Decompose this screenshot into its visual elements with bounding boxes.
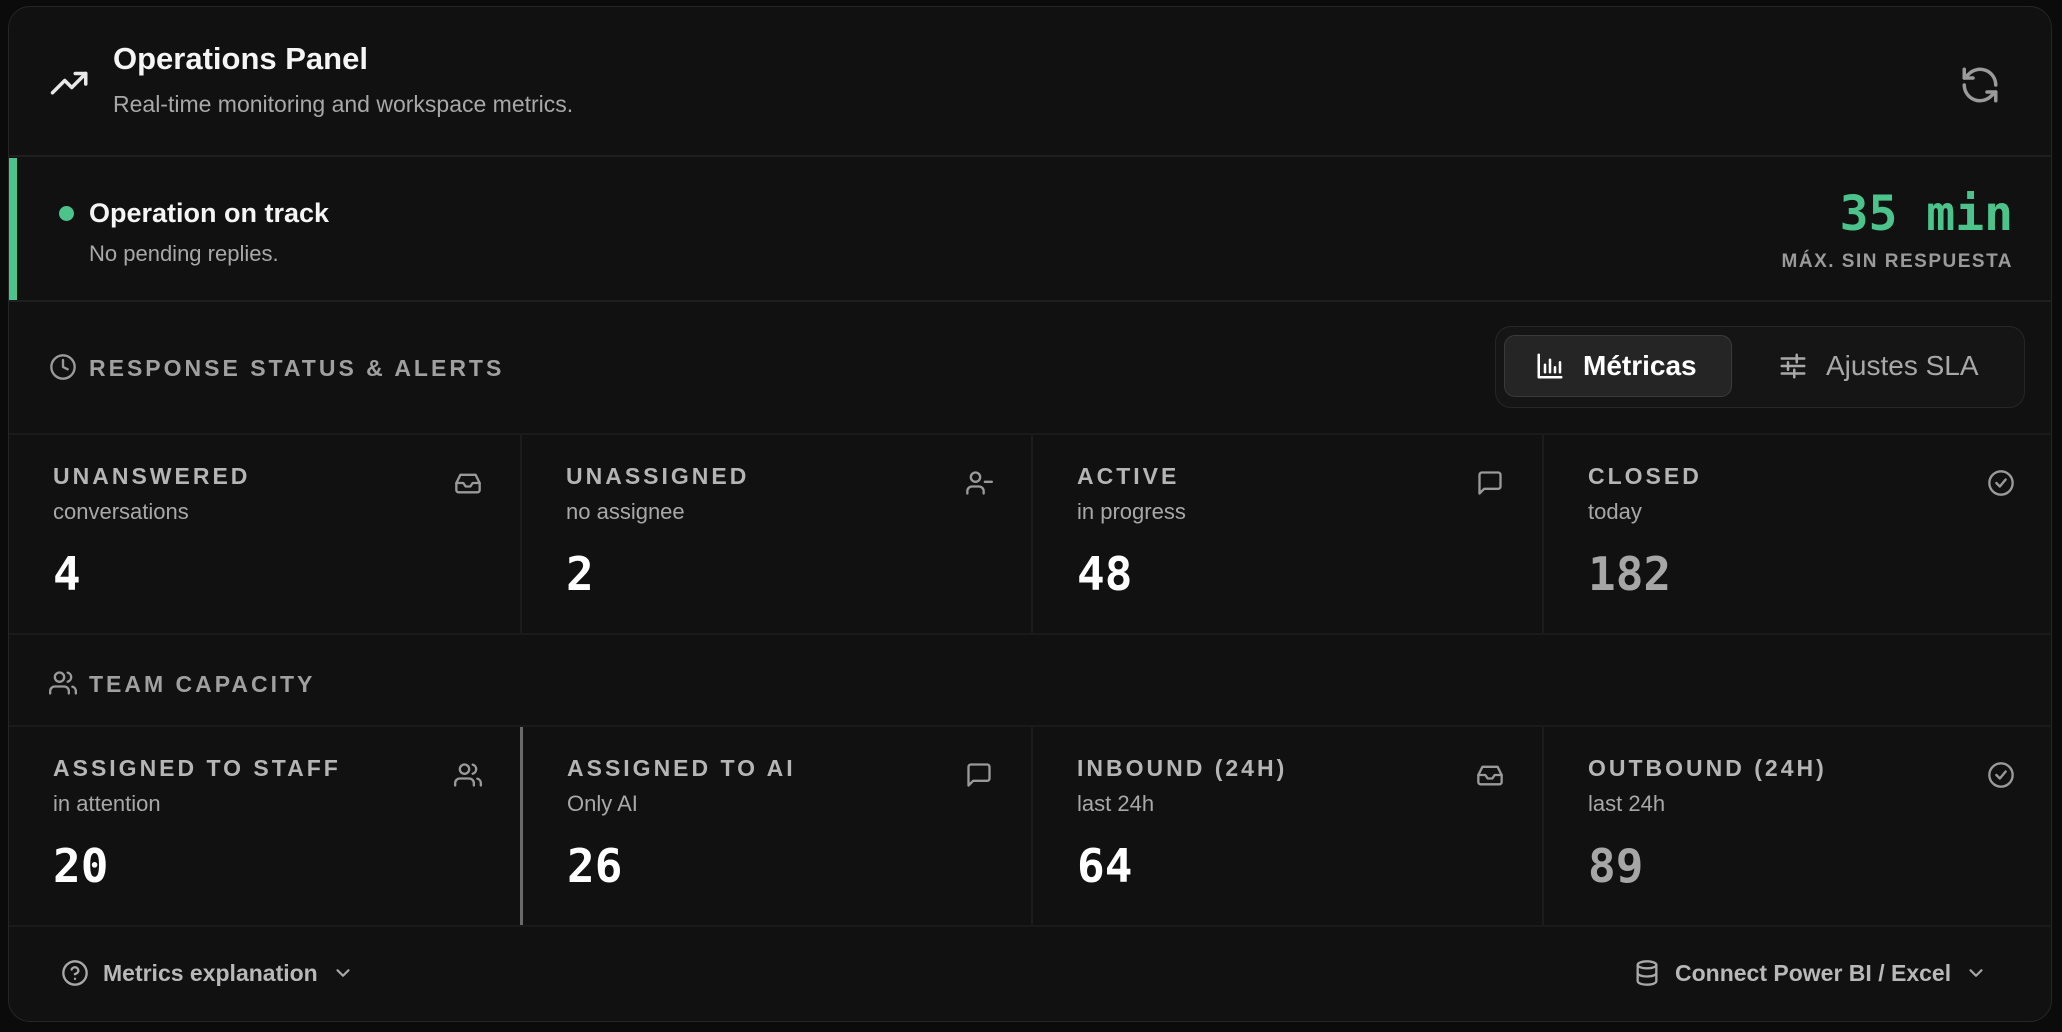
refresh-icon[interactable] <box>1959 64 2001 106</box>
metric-label: ASSIGNED TO AI <box>567 755 796 781</box>
metric-card-active: ACTIVE in progress 48 <box>1031 435 1542 633</box>
capacity-section-header: TEAM CAPACITY <box>9 635 2051 731</box>
metric-card-assigned-ai: ASSIGNED TO AI Only AI 26 <box>520 727 1031 925</box>
tab-metricas-label: Métricas <box>1583 350 1697 381</box>
metric-value: 26 <box>567 839 623 893</box>
metric-label: ASSIGNED TO STAFF <box>53 755 341 781</box>
help-circle-icon <box>62 960 88 986</box>
view-toggle: Métricas Ajustes SLA <box>1495 326 2025 408</box>
metric-sublabel: Only AI <box>567 791 638 816</box>
status-subtitle: No pending replies. <box>89 241 279 266</box>
panel-header: Operations Panel Real-time monitoring an… <box>9 7 2051 157</box>
metric-sublabel: last 24h <box>1077 791 1155 816</box>
operations-panel: Operations Panel Real-time monitoring an… <box>8 6 2052 1022</box>
status-banner: Operation on track No pending replies. 3… <box>9 158 2051 302</box>
metric-label: UNANSWERED <box>53 463 251 489</box>
metric-value: 48 <box>1077 547 1133 601</box>
sliders-icon <box>1780 353 1806 379</box>
status-accent-bar <box>9 158 17 300</box>
check-circle-icon <box>1988 762 2014 788</box>
metric-value: 182 <box>1588 547 1672 601</box>
page-subtitle: Real-time monitoring and workspace metri… <box>113 91 574 117</box>
inbox-icon <box>1477 765 1503 786</box>
tab-ajustes-sla-label: Ajustes SLA <box>1826 350 1979 381</box>
metric-card-unanswered: UNANSWERED conversations 4 <box>9 435 520 633</box>
metric-sublabel: today <box>1588 499 1642 524</box>
metric-card-unassigned: UNASSIGNED no assignee 2 <box>520 435 1031 633</box>
check-circle-icon <box>1988 470 2014 496</box>
metric-sublabel: conversations <box>53 499 189 524</box>
metric-card-assigned-staff: ASSIGNED TO STAFF in attention 20 <box>9 727 520 925</box>
max-no-response-value: 35 min <box>1839 186 2013 242</box>
inbox-icon <box>455 473 481 494</box>
connect-powerbi-button[interactable]: Connect Power BI / Excel <box>1633 959 1987 987</box>
metric-value: 89 <box>1588 839 1644 893</box>
users-icon <box>49 671 77 695</box>
metric-value: 20 <box>53 839 109 893</box>
metric-sublabel: in attention <box>53 791 161 816</box>
max-no-response-label: MÁX. SIN RESPUESTA <box>1781 251 2013 272</box>
capacity-section-title: TEAM CAPACITY <box>89 671 316 697</box>
capacity-metrics-grid: ASSIGNED TO STAFF in attention 20 ASSIGN… <box>9 725 2051 927</box>
user-minus-icon <box>966 471 993 495</box>
status-dot <box>59 206 74 221</box>
metric-label: ACTIVE <box>1077 463 1180 489</box>
response-section-title: RESPONSE STATUS & ALERTS <box>89 355 505 381</box>
page-title: Operations Panel <box>113 41 368 76</box>
database-icon <box>1636 960 1658 986</box>
metric-label: OUTBOUND (24H) <box>1588 755 1827 781</box>
metric-sublabel: in progress <box>1077 499 1186 524</box>
bar-chart-icon <box>1537 353 1563 379</box>
trending-up-icon <box>50 71 88 95</box>
metric-value: 64 <box>1077 839 1133 893</box>
metric-card-inbound: INBOUND (24H) last 24h 64 <box>1031 727 1542 925</box>
metric-sublabel: no assignee <box>566 499 685 524</box>
response-metrics-grid: UNANSWERED conversations 4 UNASSIGNED no… <box>9 433 2051 635</box>
metric-card-closed: CLOSED today 182 <box>1542 435 2051 633</box>
message-icon <box>967 763 991 787</box>
metric-label: UNASSIGNED <box>566 463 750 489</box>
chevron-down-icon <box>336 969 350 977</box>
metrics-explanation-label: Metrics explanation <box>103 959 318 986</box>
users-icon <box>454 763 482 787</box>
connect-powerbi-label: Connect Power BI / Excel <box>1675 959 1952 986</box>
tab-metricas[interactable]: Métricas <box>1504 335 1732 397</box>
metric-card-outbound: OUTBOUND (24H) last 24h 89 <box>1542 727 2051 925</box>
metric-sublabel: last 24h <box>1588 791 1666 816</box>
metric-value: 4 <box>53 547 81 601</box>
metric-label: CLOSED <box>1588 463 1702 489</box>
metric-label: INBOUND (24H) <box>1077 755 1288 781</box>
message-icon <box>1478 471 1502 495</box>
metrics-explanation-button[interactable]: Metrics explanation <box>61 959 354 987</box>
metric-value: 2 <box>566 547 594 601</box>
tab-ajustes-sla[interactable]: Ajustes SLA <box>1748 335 2008 397</box>
chevron-down-icon <box>1969 969 1983 977</box>
clock-icon <box>50 354 76 380</box>
status-title: Operation on track <box>89 198 330 228</box>
panel-footer: Metrics explanation Connect Power BI / E… <box>9 929 2051 1021</box>
